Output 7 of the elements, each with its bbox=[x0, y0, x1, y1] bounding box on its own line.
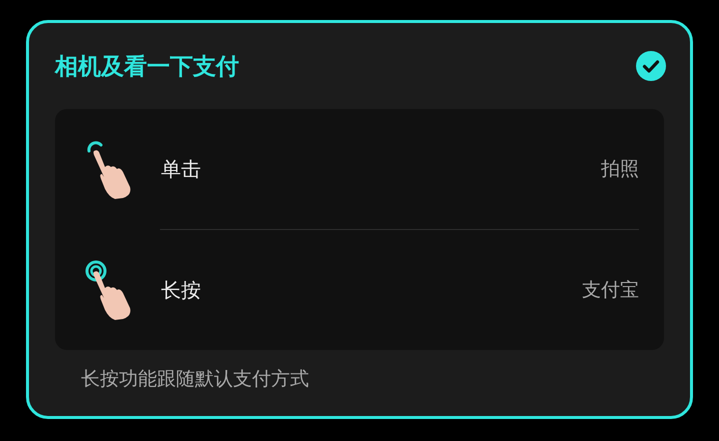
action-label: 长按 bbox=[161, 276, 201, 304]
action-label: 单击 bbox=[161, 156, 201, 182]
action-value[interactable]: 拍照 bbox=[601, 156, 639, 182]
card-title: 相机及看一下支付 bbox=[55, 52, 239, 82]
note-text: 长按功能跟随默认支付方式 bbox=[81, 367, 310, 392]
checkmark-icon[interactable] bbox=[636, 51, 666, 81]
action-value[interactable]: 支付宝 bbox=[582, 277, 639, 303]
